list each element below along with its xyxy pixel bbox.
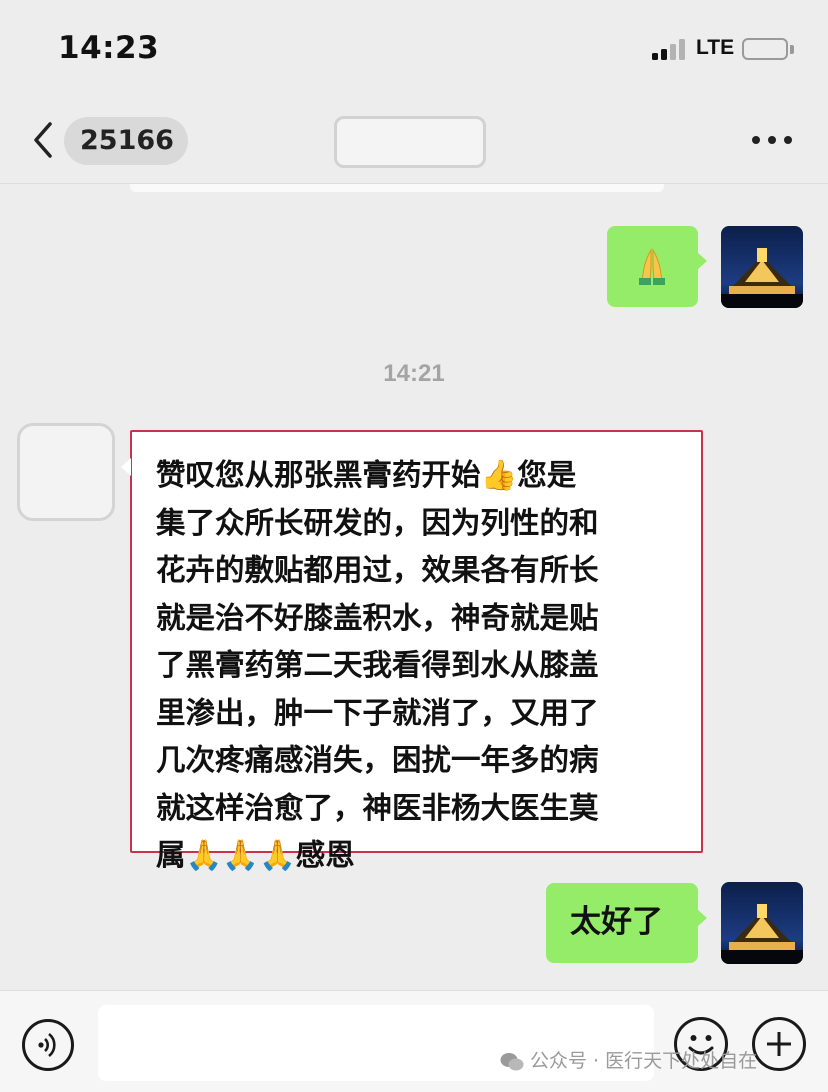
- status-time: 14:23: [58, 30, 160, 66]
- watermark: 公众号 · 医行天下处处自在: [500, 1046, 757, 1073]
- timestamp-divider: 14:21: [383, 360, 445, 387]
- sent-reply-text: 太好了: [570, 904, 663, 940]
- message-line: 里渗出，肿一下子就消了，又用了: [156, 695, 599, 730]
- wechat-logo-icon: [500, 1052, 524, 1070]
- more-options-button[interactable]: [752, 136, 794, 146]
- received-message-text: 赞叹您从那张黑膏药开始👍您是 集了众所长研发的，因为列性的和 花卉的敷贴都用过，…: [156, 452, 686, 880]
- status-bar: 14:23 LTE: [0, 0, 828, 100]
- previous-message-bubble-edge: [130, 184, 664, 192]
- my-avatar[interactable]: [721, 226, 803, 308]
- voice-input-button[interactable]: [22, 1019, 74, 1071]
- network-label: LTE: [696, 36, 735, 59]
- plus-icon: [767, 1032, 791, 1056]
- message-line: 属🙏🙏🙏感恩: [156, 838, 355, 872]
- battery-cap: [790, 45, 794, 54]
- chat-header: 25166: [0, 100, 828, 184]
- temple-night-avatar-image: [721, 226, 803, 308]
- message-line: 了黑膏药第二天我看得到水从膝盖: [156, 648, 599, 682]
- message-line: 就这样治愈了，神医非杨大医生莫: [156, 790, 599, 825]
- message-input-bar: [0, 990, 828, 1092]
- contact-avatar-redacted[interactable]: [17, 423, 115, 521]
- chat-title-redacted: [334, 116, 486, 168]
- watermark-text: 公众号 · 医行天下处处自在: [530, 1050, 758, 1072]
- unread-count-badge[interactable]: 25166: [64, 117, 188, 165]
- back-button[interactable]: [28, 118, 58, 162]
- temple-night-avatar-image: [721, 882, 803, 964]
- chevron-left-icon: [34, 122, 52, 158]
- message-line: 花卉的敷贴都用过，效果各有所长: [156, 553, 599, 587]
- received-message-bubble[interactable]: 赞叹您从那张黑膏药开始👍您是 集了众所长研发的，因为列性的和 花卉的敷贴都用过，…: [121, 430, 703, 872]
- message-line: 集了众所长研发的，因为列性的和: [156, 505, 599, 540]
- battery-icon: [742, 38, 788, 60]
- sent-reply-bubble[interactable]: 太好了: [546, 883, 707, 963]
- voice-icon: [38, 1032, 56, 1058]
- sent-emoji-bubble[interactable]: [607, 226, 707, 307]
- folded-hands-icon: [639, 248, 665, 285]
- more-functions-button[interactable]: [752, 1017, 806, 1071]
- message-line: 几次疼痛感消失，困扰一年多的病: [156, 743, 599, 777]
- signal-icon: [652, 38, 690, 60]
- message-line: 就是治不好膝盖积水，神奇就是贴: [156, 600, 599, 635]
- my-avatar[interactable]: [721, 882, 803, 964]
- message-line: 赞叹您从那张黑膏药开始👍您是: [156, 458, 577, 492]
